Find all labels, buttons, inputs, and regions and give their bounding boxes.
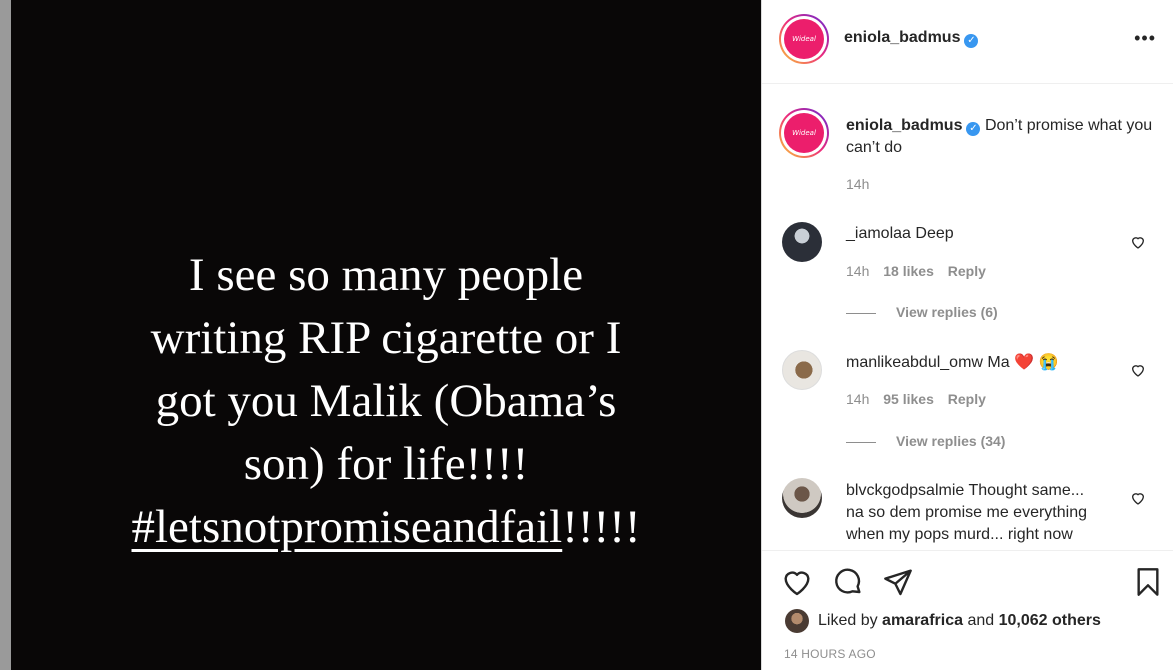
comment-2-view-replies[interactable]: View replies (34) xyxy=(846,433,1005,449)
comment-2-emoji: ❤️ 😭 xyxy=(1014,354,1059,371)
comment-avatar-3[interactable] xyxy=(782,478,822,518)
post-text-line-1: I see so many people xyxy=(188,249,584,301)
comment-2-view-replies-label: View replies (34) xyxy=(896,433,1006,449)
comment-1-likes[interactable]: 18 likes xyxy=(883,263,934,279)
header-user: eniola_badmus ✓ xyxy=(844,29,979,48)
comment-3-heart-icon[interactable] xyxy=(1130,490,1146,506)
liked-by-avatar[interactable] xyxy=(785,609,809,633)
avatar-logo-text: Wideal xyxy=(784,113,824,153)
verified-icon: ✓ xyxy=(966,122,981,136)
comment-1-view-replies-label: View replies (6) xyxy=(896,304,998,320)
header-username[interactable]: eniola_badmus xyxy=(844,29,960,46)
caption-time[interactable]: 14h xyxy=(846,176,869,192)
post-hashtag: #letsnotpromiseandfail xyxy=(131,501,563,553)
comment-3: blvckgodpsalmie Thought same... na so de… xyxy=(846,480,1136,546)
comment-2-username[interactable]: manlikeabdul_omw xyxy=(846,354,983,371)
comment-icon[interactable] xyxy=(832,566,864,598)
comment-1-text: Deep xyxy=(915,225,954,242)
comment-3-text-line-2: na so dem promise me everything xyxy=(846,504,1087,521)
comment-1-view-replies[interactable]: View replies (6) xyxy=(846,304,998,320)
more-icon[interactable]: ••• xyxy=(1134,28,1156,49)
liked-by: Liked by amarafrica and 10,062 others xyxy=(818,612,1101,630)
comment-1-reply[interactable]: Reply xyxy=(948,263,986,279)
post-text-line-4: son) for life!!!! xyxy=(243,438,529,490)
post-side-panel: Wideal eniola_badmus ✓ ••• Wideal eniola_… xyxy=(761,0,1173,670)
comment-1-time[interactable]: 14h xyxy=(846,263,869,279)
bookmark-icon[interactable] xyxy=(1132,566,1164,598)
comment-3-username[interactable]: blvckgodpsalmie xyxy=(846,482,964,499)
comment-3-text-line-3: when my pops murd... right now xyxy=(846,526,1073,543)
post-text-line-5: #letsnotpromiseandfail!!!!! xyxy=(11,496,761,559)
post-text-line-2: writing RIP cigarette or I xyxy=(150,312,622,364)
avatar-logo-text: Wideal xyxy=(784,19,824,59)
post-text: I see so many people writing RIP cigaret… xyxy=(11,244,761,559)
comment-2-text: Ma xyxy=(987,354,1010,371)
comment-2-meta: 14h 95 likes Reply xyxy=(846,391,986,407)
liked-by-and: and xyxy=(967,612,995,629)
liked-by-user[interactable]: amarafrica xyxy=(882,612,963,629)
post-actions: Liked by amarafrica and 10,062 others 14… xyxy=(762,550,1173,670)
caption: eniola_badmus ✓ Don’t promise what you ca… xyxy=(846,115,1156,159)
caption-username[interactable]: eniola_badmus xyxy=(846,117,962,134)
comment-1-username[interactable]: _iamolaa xyxy=(846,225,911,242)
comments-list[interactable]: Wideal eniola_badmus ✓ Don’t promise what… xyxy=(762,85,1173,550)
post-timestamp[interactable]: 14 HOURS AGO xyxy=(784,647,876,661)
left-gutter xyxy=(0,0,11,670)
post-text-line-3: got you Malik (Obama’s xyxy=(155,375,617,427)
comment-1-heart-icon[interactable] xyxy=(1130,234,1146,250)
comment-2-heart-icon[interactable] xyxy=(1130,362,1146,378)
heart-icon[interactable] xyxy=(781,566,813,598)
verified-icon: ✓ xyxy=(964,34,979,48)
post-hashtag-suffix: !!!!! xyxy=(562,501,641,553)
comment-2-likes[interactable]: 95 likes xyxy=(883,391,934,407)
header-avatar[interactable]: Wideal xyxy=(779,14,829,64)
comment-avatar-2[interactable] xyxy=(782,350,822,390)
post-media[interactable]: I see so many people writing RIP cigaret… xyxy=(11,0,761,670)
comment-3-text-line-1: Thought same... xyxy=(968,482,1085,499)
liked-by-prefix: Liked by xyxy=(818,612,878,629)
caption-avatar[interactable]: Wideal xyxy=(779,108,829,158)
post-header: Wideal eniola_badmus ✓ ••• xyxy=(762,0,1173,84)
comment-1-meta: 14h 18 likes Reply xyxy=(846,263,986,279)
comment-2-time[interactable]: 14h xyxy=(846,391,869,407)
comment-1: _iamolaa Deep xyxy=(846,223,954,245)
comment-2-reply[interactable]: Reply xyxy=(948,391,986,407)
comment-2: manlikeabdul_omw Ma ❤️ 😭 xyxy=(846,352,1058,374)
liked-by-others[interactable]: 10,062 others xyxy=(999,612,1101,629)
share-icon[interactable] xyxy=(882,566,914,598)
comment-avatar-1[interactable] xyxy=(782,222,822,262)
